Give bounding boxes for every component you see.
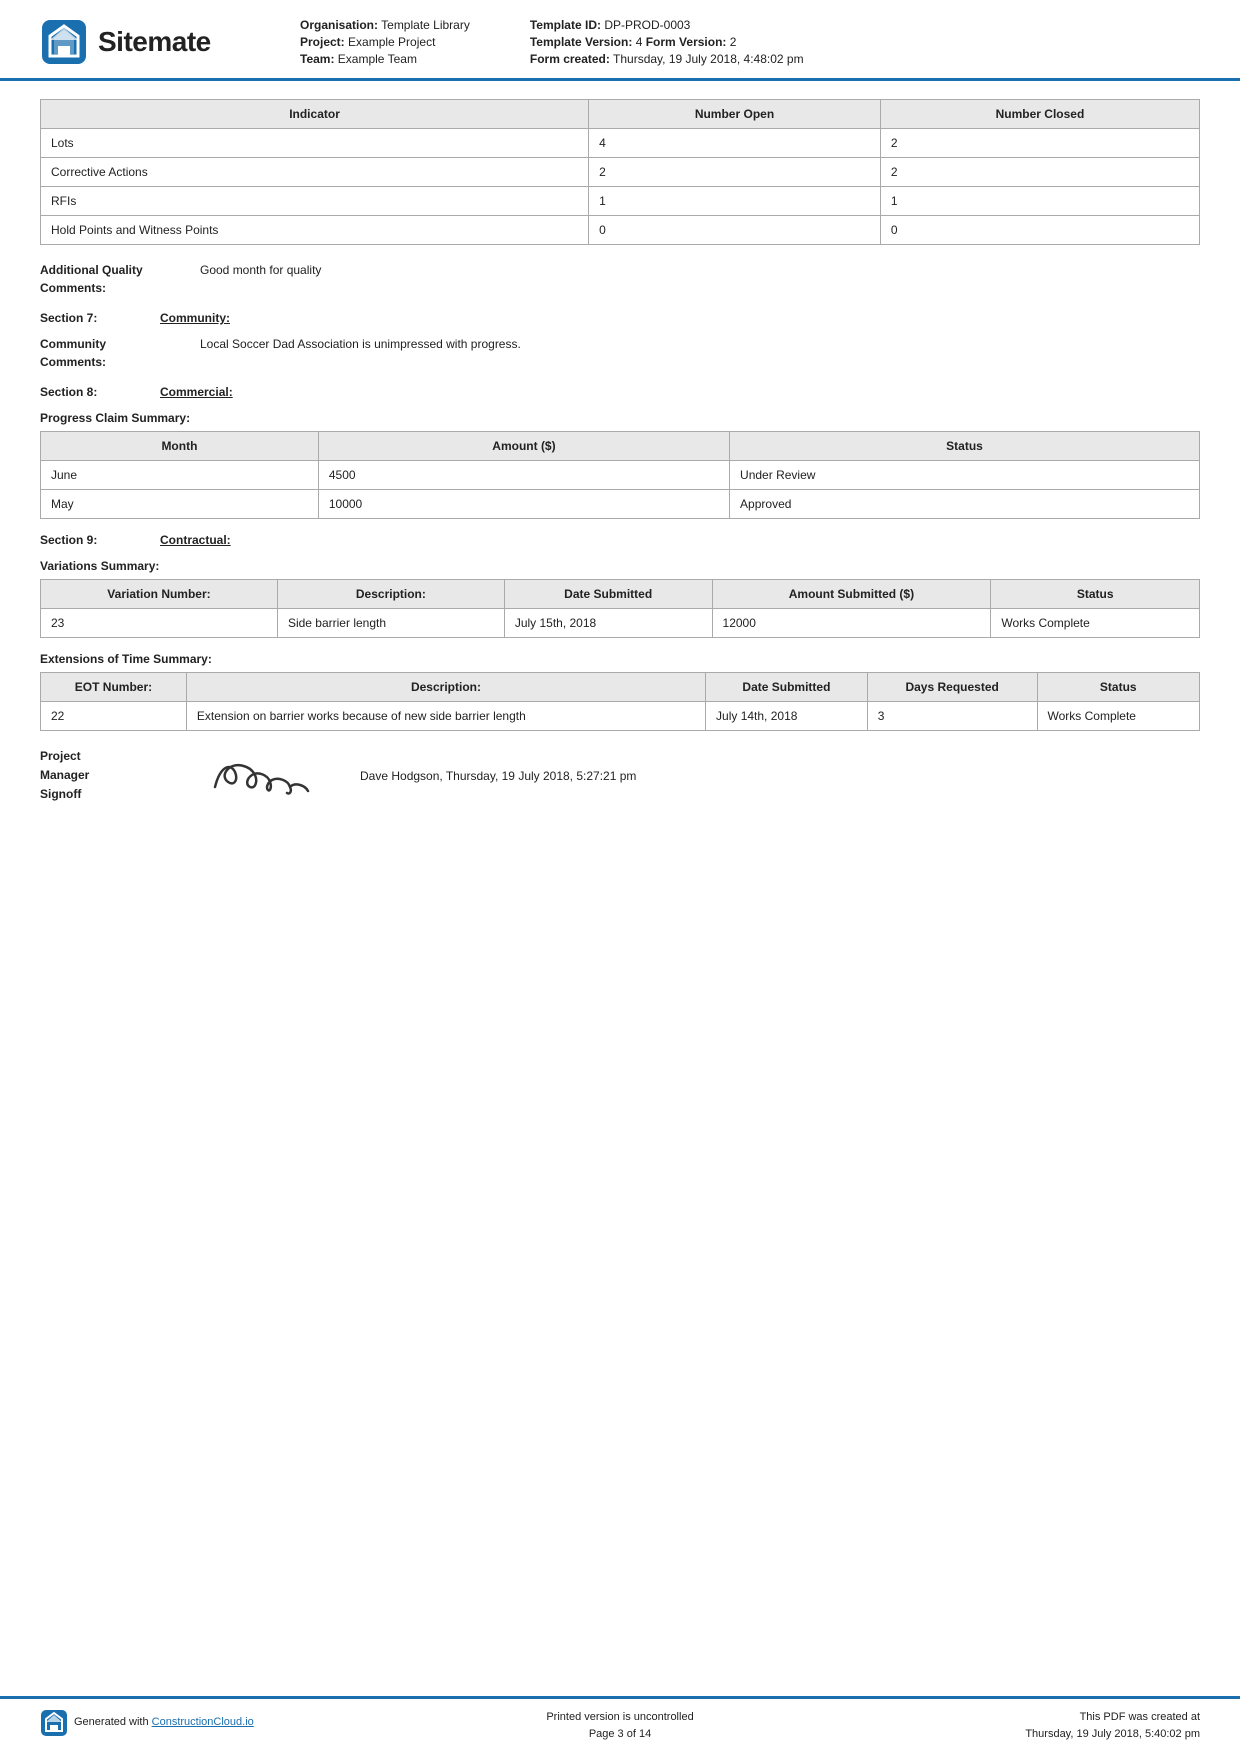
- project-row: Project: Example Project: [300, 35, 470, 49]
- section8-header: Section 8: Commercial:: [40, 385, 1200, 399]
- signature-image: [200, 747, 340, 807]
- variation-status-col-header: Status: [991, 580, 1200, 609]
- progress-claim-title: Progress Claim Summary:: [40, 411, 1200, 425]
- footer-pdf-date: Thursday, 19 July 2018, 5:40:02 pm: [813, 1726, 1200, 1744]
- section8-number: Section 8:: [40, 385, 160, 399]
- variations-table: Variation Number: Description: Date Subm…: [40, 579, 1200, 638]
- section9-title: Contractual:: [160, 533, 231, 547]
- eot-date-col-header: Date Submitted: [706, 673, 868, 702]
- variation-number-col-header: Variation Number:: [41, 580, 278, 609]
- footer-link[interactable]: ConstructionCloud.io: [152, 1716, 254, 1728]
- table-row: 23Side barrier lengthJuly 15th, 20181200…: [41, 609, 1200, 638]
- table-row: RFIs11: [41, 187, 1200, 216]
- eot-days-col-header: Days Requested: [867, 673, 1037, 702]
- eot-number-col-header: EOT Number:: [41, 673, 187, 702]
- section9-number: Section 9:: [40, 533, 160, 547]
- form-created-row: Form created: Thursday, 19 July 2018, 4:…: [530, 52, 804, 66]
- progress-claim-table: Month Amount ($) Status June4500Under Re…: [40, 431, 1200, 519]
- progress-claim-header-row: Month Amount ($) Status: [41, 432, 1200, 461]
- variations-title: Variations Summary:: [40, 559, 1200, 573]
- section7-header: Section 7: Community:: [40, 311, 1200, 325]
- header-meta-right: Template ID: DP-PROD-0003 Template Versi…: [530, 18, 804, 66]
- indicator-table: Indicator Number Open Number Closed Lots…: [40, 99, 1200, 245]
- page: Sitemate Organisation: Template Library …: [0, 0, 1240, 1754]
- table-row: Hold Points and Witness Points00: [41, 216, 1200, 245]
- community-comments-label: CommunityComments:: [40, 335, 200, 371]
- eot-status-col-header: Status: [1037, 673, 1200, 702]
- footer-pdf-label: This PDF was created at: [813, 1709, 1200, 1727]
- template-id-row: Template ID: DP-PROD-0003: [530, 18, 804, 32]
- template-version-row: Template Version: 4 Form Version: 2: [530, 35, 804, 49]
- month-col-header: Month: [41, 432, 319, 461]
- indicator-table-header-row: Indicator Number Open Number Closed: [41, 100, 1200, 129]
- logo-text: Sitemate: [98, 26, 211, 58]
- variation-description-col-header: Description:: [277, 580, 504, 609]
- org-row: Organisation: Template Library: [300, 18, 470, 32]
- table-row: Lots42: [41, 129, 1200, 158]
- number-open-col-header: Number Open: [589, 100, 881, 129]
- additional-quality-label: Additional QualityComments:: [40, 261, 200, 297]
- status-col-header: Status: [730, 432, 1200, 461]
- section7-title: Community:: [160, 311, 230, 325]
- number-closed-col-header: Number Closed: [880, 100, 1199, 129]
- extensions-table: EOT Number: Description: Date Submitted …: [40, 672, 1200, 731]
- footer-left: Generated with ConstructionCloud.io: [40, 1709, 427, 1737]
- footer-uncontrolled: Printed version is uncontrolled: [427, 1709, 814, 1727]
- header-meta: Organisation: Template Library Project: …: [300, 18, 1200, 66]
- section9-header: Section 9: Contractual:: [40, 533, 1200, 547]
- extensions-title: Extensions of Time Summary:: [40, 652, 1200, 666]
- eot-description-col-header: Description:: [186, 673, 705, 702]
- amount-col-header: Amount ($): [318, 432, 729, 461]
- footer-center: Printed version is uncontrolled Page 3 o…: [427, 1709, 814, 1744]
- footer-logo-area: Generated with ConstructionCloud.io: [40, 1709, 427, 1737]
- sitemate-logo-icon: [40, 18, 88, 66]
- team-row: Team: Example Team: [300, 52, 470, 66]
- variation-date-col-header: Date Submitted: [504, 580, 712, 609]
- footer-logo-icon: [40, 1709, 68, 1737]
- footer-generated-text: Generated with ConstructionCloud.io: [74, 1714, 254, 1732]
- variation-amount-col-header: Amount Submitted ($): [712, 580, 991, 609]
- additional-quality-value: Good month for quality: [200, 261, 321, 279]
- table-row: June4500Under Review: [41, 461, 1200, 490]
- section8-title: Commercial:: [160, 385, 233, 399]
- signature-row: Project Manager Signoff Dave Hodgson, Th…: [40, 747, 1200, 807]
- page-footer: Generated with ConstructionCloud.io Prin…: [0, 1696, 1240, 1754]
- signature-info: Dave Hodgson, Thursday, 19 July 2018, 5:…: [360, 747, 636, 786]
- table-row: Corrective Actions22: [41, 158, 1200, 187]
- indicator-col-header: Indicator: [41, 100, 589, 129]
- logo-area: Sitemate: [40, 18, 260, 66]
- additional-quality-row: Additional QualityComments: Good month f…: [40, 261, 1200, 297]
- header-meta-left: Organisation: Template Library Project: …: [300, 18, 470, 66]
- community-comments-value: Local Soccer Dad Association is unimpres…: [200, 335, 521, 353]
- main-content: Indicator Number Open Number Closed Lots…: [0, 81, 1240, 1754]
- community-comments-row: CommunityComments: Local Soccer Dad Asso…: [40, 335, 1200, 371]
- footer-page: Page 3 of 14: [427, 1726, 814, 1744]
- extensions-header-row: EOT Number: Description: Date Submitted …: [41, 673, 1200, 702]
- page-header: Sitemate Organisation: Template Library …: [0, 0, 1240, 81]
- signature-label: Project Manager Signoff: [40, 747, 200, 805]
- table-row: May10000Approved: [41, 490, 1200, 519]
- section7-number: Section 7:: [40, 311, 160, 325]
- footer-right: This PDF was created at Thursday, 19 Jul…: [813, 1709, 1200, 1744]
- table-row: 22Extension on barrier works because of …: [41, 702, 1200, 731]
- variations-header-row: Variation Number: Description: Date Subm…: [41, 580, 1200, 609]
